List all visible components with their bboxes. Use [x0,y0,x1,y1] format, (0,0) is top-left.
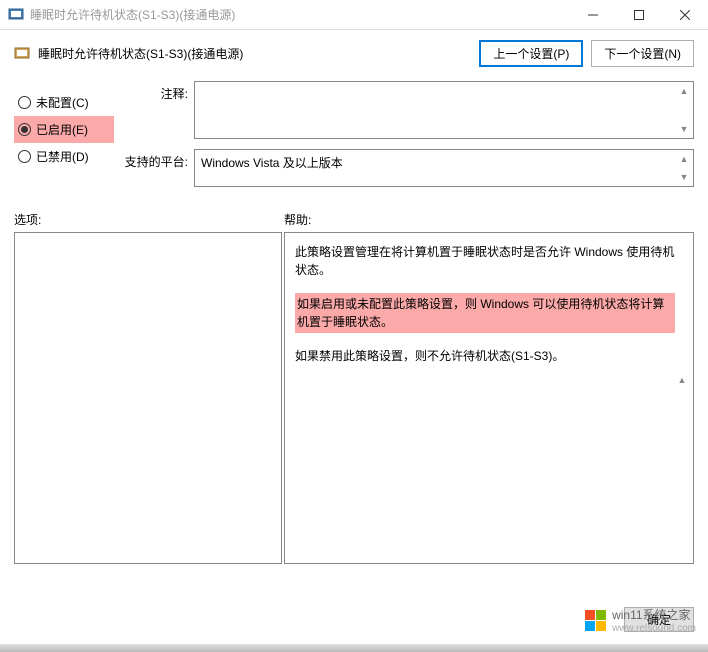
scroll-up-icon[interactable]: ▲ [677,152,691,166]
options-label: 选项: [14,211,284,228]
watermark: win11系统之家 www.relsound.com [585,606,696,634]
platform-value: Windows Vista 及以上版本 [201,156,343,170]
fields-column: 注释: ▲ ▼ 支持的平台: Windows Vista 及以上版本 ▲ ▼ [124,81,694,197]
window-shadow [0,644,708,652]
help-paragraph: 如果禁用此策略设置，则不允许待机状态(S1-S3)。 [295,347,675,365]
radio-icon [18,96,31,109]
panels: 此策略设置管理在将计算机置于睡眠状态时是否允许 Windows 使用待机状态。 … [0,232,708,564]
header-row: 睡眠时允许待机状态(S1-S3)(接通电源) 上一个设置(P) 下一个设置(N) [0,30,708,73]
maximize-button[interactable] [616,0,662,30]
radio-icon [18,150,31,163]
watermark-text: win11系统之家 www.relsound.com [612,606,696,634]
comment-row: 注释: ▲ ▼ [124,81,694,139]
radio-label: 已禁用(D) [36,148,89,165]
page-title: 睡眠时允许待机状态(S1-S3)(接通电源) [38,45,471,62]
radio-icon [18,123,31,136]
watermark-logo-icon [585,610,606,631]
radio-column: 未配置(C) 已启用(E) 已禁用(D) [14,81,114,197]
radio-label: 未配置(C) [36,94,89,111]
scroll-down-icon[interactable]: ▼ [677,122,691,136]
platform-label: 支持的平台: [124,149,194,187]
help-label: 帮助: [284,211,694,228]
minimize-button[interactable] [570,0,616,30]
nav-buttons: 上一个设置(P) 下一个设置(N) [479,40,694,67]
radio-label: 已启用(E) [36,121,88,138]
app-icon [8,7,24,23]
help-panel: 此策略设置管理在将计算机置于睡眠状态时是否允许 Windows 使用待机状态。 … [284,232,694,564]
watermark-url: www.relsound.com [612,623,696,634]
radio-enabled[interactable]: 已启用(E) [14,116,114,143]
policy-icon [14,46,30,62]
radio-not-configured[interactable]: 未配置(C) [14,89,114,116]
scroll-up-icon[interactable]: ▲ [675,373,689,387]
platform-field: Windows Vista 及以上版本 ▲ ▼ [194,149,694,187]
titlebar-controls [570,0,708,30]
titlebar-text: 睡眠时允许待机状态(S1-S3)(接通电源) [30,6,570,23]
prev-setting-button[interactable]: 上一个设置(P) [479,40,583,67]
config-area: 未配置(C) 已启用(E) 已禁用(D) 注释: ▲ ▼ 支持的平台: Wind… [0,73,708,197]
next-setting-button[interactable]: 下一个设置(N) [591,40,694,67]
options-panel [14,232,282,564]
titlebar: 睡眠时允许待机状态(S1-S3)(接通电源) [0,0,708,30]
comment-field[interactable]: ▲ ▼ [194,81,694,139]
watermark-brand: win11系统之家 [612,606,696,623]
comment-label: 注释: [124,81,194,139]
platform-row: 支持的平台: Windows Vista 及以上版本 ▲ ▼ [124,149,694,187]
radio-disabled[interactable]: 已禁用(D) [14,143,114,170]
help-paragraph-highlighted: 如果启用或未配置此策略设置，则 Windows 可以使用待机状态将计算机置于睡眠… [295,293,675,333]
help-paragraph: 此策略设置管理在将计算机置于睡眠状态时是否允许 Windows 使用待机状态。 [295,243,675,279]
close-button[interactable] [662,0,708,30]
scroll-down-icon[interactable]: ▼ [677,170,691,184]
scroll-up-icon[interactable]: ▲ [677,84,691,98]
lower-labels: 选项: 帮助: [0,197,708,232]
